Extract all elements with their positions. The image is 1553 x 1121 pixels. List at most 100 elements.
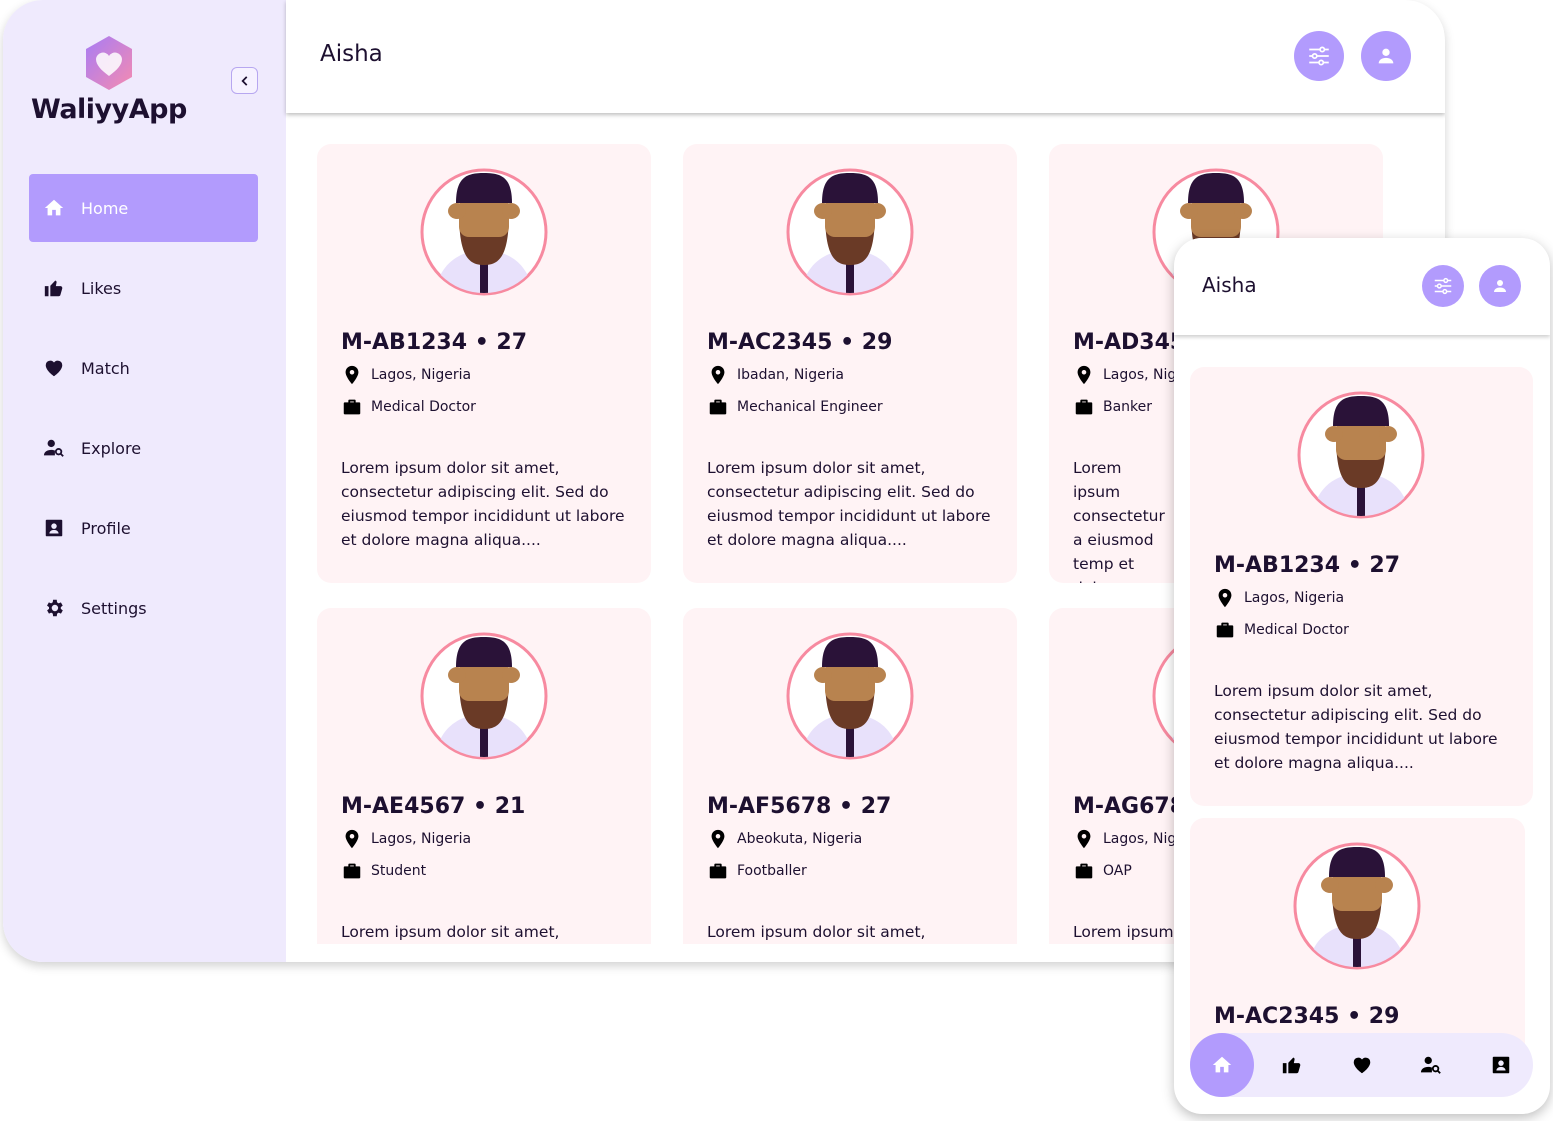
location-pin-icon: [1214, 587, 1236, 609]
mobile-page-title: Aisha: [1202, 273, 1257, 297]
location-row: Abeokuta, Nigeria: [707, 828, 862, 850]
occupation-text: Footballer: [737, 863, 807, 879]
profile-description: Lorem ipsum dolor sit amet,: [341, 923, 560, 941]
profile-description: Lorem ipsum dolor sit amet, consectetur …: [1214, 682, 1498, 772]
bottom-nav-match[interactable]: [1330, 1033, 1394, 1097]
sidebar-item-label: Match: [81, 358, 130, 378]
location-text: Lagos, Nig: [1103, 367, 1177, 383]
profile-title: M-AB1234 • 27: [1214, 553, 1401, 578]
profile-card[interactable]: M-AF5678 • 27 Abeokuta, Nigeria Football…: [683, 608, 1017, 944]
profile-title: M-AF5678 • 27: [707, 794, 892, 819]
sidebar-item-label: Home: [81, 198, 129, 218]
sidebar-item-match[interactable]: Match: [29, 334, 258, 402]
profile-card[interactable]: M-AE4567 • 21 Lagos, Nigeria Student Lor…: [317, 608, 651, 944]
avatar: [785, 631, 915, 761]
profile-card[interactable]: M-AB1234 • 27 Lagos, Nigeria Medical Doc…: [317, 144, 651, 583]
logo-mark-icon: [86, 36, 132, 90]
briefcase-icon: [707, 860, 729, 882]
avatar: [785, 167, 915, 297]
profile-title: M-AD345: [1073, 330, 1186, 355]
occupation-row: Banker: [1073, 396, 1152, 418]
occupation-text: Banker: [1103, 399, 1153, 415]
location-row: Lagos, Nig: [1073, 828, 1176, 850]
user-search-icon: [43, 437, 65, 459]
bottom-nav-likes[interactable]: [1260, 1033, 1324, 1097]
profile-description: Lorem ipsum dolor sit amet, consectetur …: [341, 459, 625, 549]
heart-icon: [1351, 1054, 1373, 1076]
profile-title: M-AG678: [1073, 794, 1186, 819]
home-icon: [1211, 1054, 1233, 1076]
profile-title: M-AC2345 • 29: [1214, 1004, 1400, 1029]
collapse-sidebar-button[interactable]: [231, 67, 258, 94]
occupation-row: Medical Doctor: [341, 396, 476, 418]
profile-title: M-AB1234 • 27: [341, 330, 528, 355]
profile-card[interactable]: M-AC2345 • 29 Ibadan, Nigeria Mechanical…: [683, 144, 1017, 583]
mobile-account-button[interactable]: [1479, 265, 1521, 307]
location-text: Lagos, Nigeria: [371, 831, 472, 847]
location-pin-icon: [1073, 828, 1095, 850]
profile-card-icon: [43, 517, 65, 539]
avatar: [1292, 841, 1422, 971]
bottom-nav-home[interactable]: [1190, 1033, 1254, 1097]
location-pin-icon: [341, 828, 363, 850]
profile-title: M-AE4567 • 21: [341, 794, 526, 819]
app-name: WaliyyApp: [31, 94, 187, 125]
sidebar-item-profile[interactable]: Profile: [29, 494, 258, 562]
mobile-window: Aisha M-AB1234 • 27 Lagos, Nigeria Medic…: [1174, 238, 1550, 1114]
location-row: Lagos, Nigeria: [1214, 587, 1344, 609]
gear-icon: [43, 597, 65, 619]
sidebar-item-home[interactable]: Home: [29, 174, 258, 242]
profile-description: Lorem ipsum dolor sit amet,: [707, 923, 926, 941]
thumbs-up-icon: [43, 277, 65, 299]
sliders-icon: [1432, 275, 1454, 297]
sidebar-nav: Home Likes Match Explore Profile Setting…: [29, 174, 258, 654]
user-icon: [1491, 277, 1509, 295]
bottom-nav: [1190, 1033, 1533, 1097]
user-icon: [1375, 45, 1397, 67]
occupation-text: OAP: [1103, 863, 1132, 879]
location-pin-icon: [707, 828, 729, 850]
app-logo: WaliyyApp: [31, 34, 191, 130]
profile-description: Lorem ipsum consectetur a eiusmod temp e…: [1073, 459, 1165, 583]
occupation-text: Medical Doctor: [371, 399, 476, 415]
briefcase-icon: [707, 396, 729, 418]
filter-button[interactable]: [1294, 31, 1344, 81]
location-pin-icon: [707, 364, 729, 386]
sidebar-item-label: Profile: [81, 518, 131, 538]
briefcase-icon: [341, 860, 363, 882]
occupation-text: Medical Doctor: [1244, 622, 1349, 638]
avatar: [419, 631, 549, 761]
occupation-row: Mechanical Engineer: [707, 396, 883, 418]
chevron-left-icon: [240, 75, 247, 86]
occupation-row: Student: [341, 860, 426, 882]
briefcase-icon: [1073, 396, 1095, 418]
location-row: Lagos, Nigeria: [341, 364, 471, 386]
occupation-row: Footballer: [707, 860, 807, 882]
account-button[interactable]: [1361, 31, 1411, 81]
bottom-nav-explore[interactable]: [1399, 1033, 1463, 1097]
sidebar-item-label: Settings: [81, 598, 147, 618]
sidebar-item-explore[interactable]: Explore: [29, 414, 258, 482]
sidebar-item-likes[interactable]: Likes: [29, 254, 258, 322]
briefcase-icon: [1073, 860, 1095, 882]
location-text: Lagos, Nig: [1103, 831, 1177, 847]
briefcase-icon: [1214, 619, 1236, 641]
location-row: Lagos, Nig: [1073, 364, 1176, 386]
sidebar-item-label: Likes: [81, 278, 122, 298]
mobile-filter-button[interactable]: [1422, 265, 1464, 307]
location-text: Ibadan, Nigeria: [737, 367, 844, 383]
mobile-top-bar: Aisha: [1174, 238, 1550, 335]
location-row: Lagos, Nigeria: [341, 828, 471, 850]
bottom-nav-profile[interactable]: [1469, 1033, 1533, 1097]
briefcase-icon: [341, 396, 363, 418]
sidebar-item-settings[interactable]: Settings: [29, 574, 258, 642]
avatar: [1296, 390, 1426, 520]
page-title: Aisha: [320, 41, 383, 67]
profile-title: M-AC2345 • 29: [707, 330, 893, 355]
sidebar-item-label: Explore: [81, 438, 142, 458]
thumbs-up-icon: [1281, 1054, 1303, 1076]
profile-card[interactable]: M-AB1234 • 27 Lagos, Nigeria Medical Doc…: [1190, 367, 1533, 806]
location-pin-icon: [1073, 364, 1095, 386]
profile-card-icon: [1490, 1054, 1512, 1076]
location-text: Lagos, Nigeria: [1244, 590, 1345, 606]
